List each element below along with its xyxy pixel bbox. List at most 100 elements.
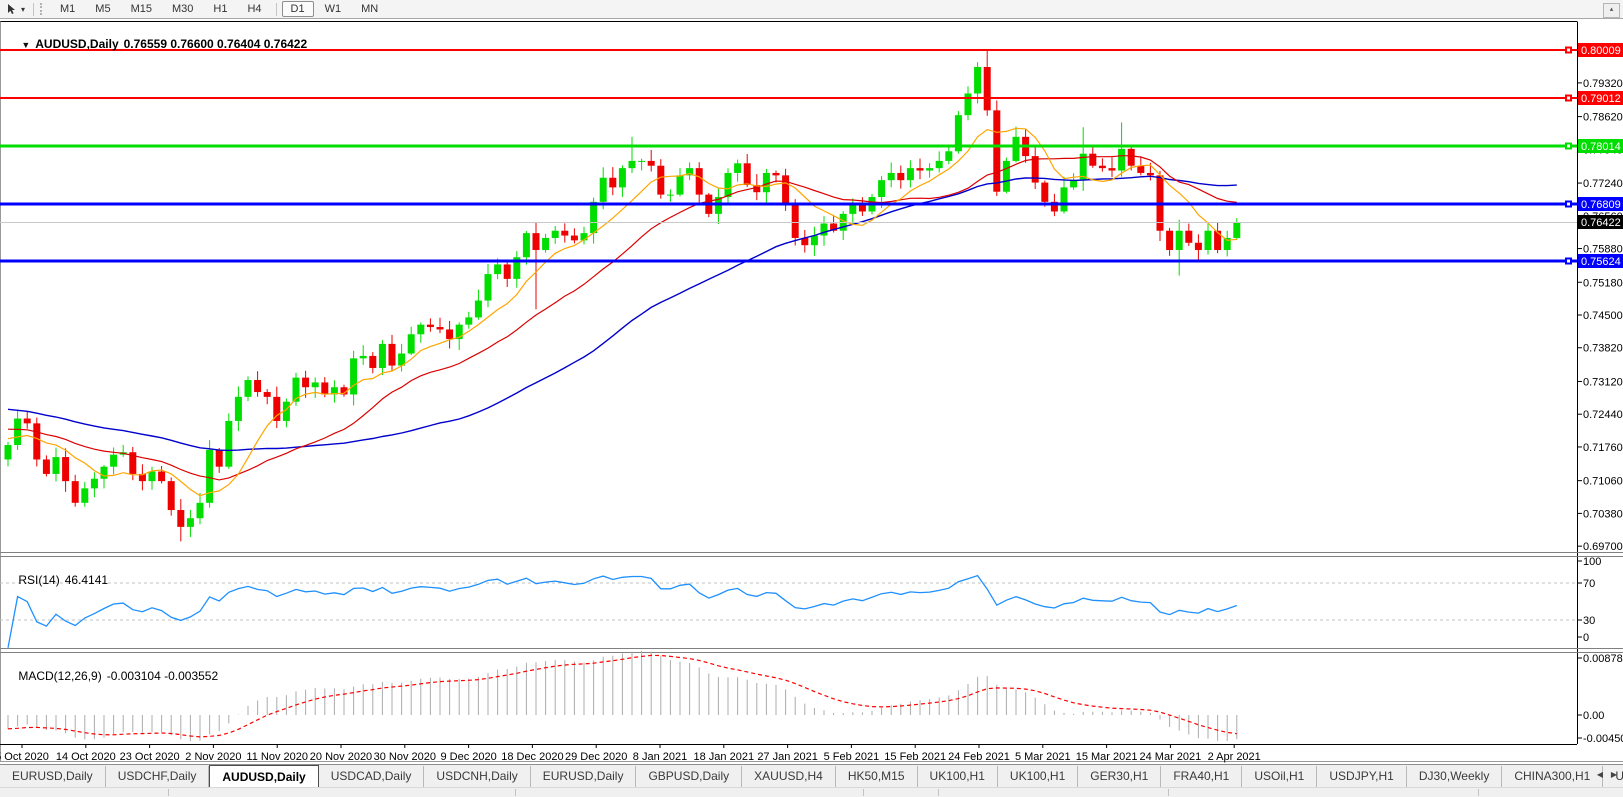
status-divider <box>1168 789 1169 796</box>
timeframe-buttons: M1 M5 M15 M30 H1 H4 D1 W1 MN <box>50 1 388 17</box>
svg-text:0.71060: 0.71060 <box>1583 476 1623 488</box>
chart-title: ▼ AUDUSD,Daily 0.76559 0.76600 0.76404 0.7… <box>8 23 307 65</box>
svg-text:0.00: 0.00 <box>1583 710 1604 722</box>
svg-text:5 Oct 2020: 5 Oct 2020 <box>0 751 49 763</box>
tab-usdjpy-h1[interactable]: USDJPY,H1 <box>1317 766 1407 787</box>
price-levels-layer[interactable]: 0.80009 0.79012 0.78014 0.76809 0.75624 <box>0 43 1623 268</box>
svg-text:0.80009: 0.80009 <box>1581 45 1621 57</box>
svg-text:0.74500: 0.74500 <box>1583 310 1623 322</box>
svg-text:-0.004503: -0.004503 <box>1583 733 1623 745</box>
svg-text:14 Oct 2020: 14 Oct 2020 <box>56 751 116 763</box>
rsi-indicator-label: RSI(14) 46.4141 <box>5 559 108 601</box>
svg-text:5 Mar 2021: 5 Mar 2021 <box>1015 751 1071 763</box>
toolbar-grip[interactable] <box>40 3 45 15</box>
svg-text:8 Jan 2021: 8 Jan 2021 <box>633 751 687 763</box>
tab-scroll-buttons: ◀ ▶ <box>1593 768 1621 782</box>
timeframe-button-h1[interactable]: H1 <box>204 1 236 17</box>
svg-text:0.70380: 0.70380 <box>1583 508 1623 520</box>
svg-text:0.72440: 0.72440 <box>1583 409 1623 421</box>
svg-text:15 Mar 2021: 15 Mar 2021 <box>1076 751 1138 763</box>
svg-text:5 Feb 2021: 5 Feb 2021 <box>824 751 880 763</box>
svg-text:0.79320: 0.79320 <box>1583 78 1623 90</box>
svg-text:0.76809: 0.76809 <box>1581 199 1621 211</box>
svg-text:0.75180: 0.75180 <box>1583 277 1623 289</box>
timeframe-button-mn[interactable]: MN <box>352 1 387 17</box>
svg-text:0.76422: 0.76422 <box>1581 217 1621 229</box>
chevron-down-icon: ▾ <box>21 4 26 14</box>
svg-text:0: 0 <box>1583 632 1589 644</box>
svg-text:20 Nov 2020: 20 Nov 2020 <box>310 751 372 763</box>
tab-usdcnh-daily[interactable]: USDCNH,Daily <box>424 766 531 787</box>
svg-text:30: 30 <box>1583 615 1595 627</box>
tab-xauusd-h4[interactable]: XAUUSD,H4 <box>742 766 836 787</box>
tab-usoil-h1[interactable]: USOil,H1 <box>1242 766 1318 787</box>
macd-values: -0.003104 -0.003552 <box>106 669 219 683</box>
status-divider <box>938 789 939 796</box>
status-divider <box>863 789 864 796</box>
tab-usdcad-daily[interactable]: USDCAD,Daily <box>319 766 425 787</box>
timeframe-button-m1[interactable]: M1 <box>51 1 84 17</box>
svg-text:2 Nov 2020: 2 Nov 2020 <box>185 751 241 763</box>
tab-eurusd-daily[interactable]: EURUSD,Daily <box>0 766 106 787</box>
timeframe-button-m15[interactable]: M15 <box>122 1 161 17</box>
toolbar-overflow-button[interactable]: ▴ <box>1603 3 1620 18</box>
toolbar-separator <box>275 2 277 16</box>
svg-text:15 Feb 2021: 15 Feb 2021 <box>884 751 946 763</box>
chart-symbol-label: AUDUSD,Daily <box>35 37 119 51</box>
tab-hk50-m15[interactable]: HK50,M15 <box>836 766 918 787</box>
tab-fra40-h1[interactable]: FRA40,H1 <box>1161 766 1243 787</box>
chart-tabs: EURUSD,Daily USDCHF,Daily AUDUSD,Daily USDC… <box>0 765 1623 787</box>
collapse-arrow-icon[interactable]: ▼ <box>21 40 30 50</box>
toolbar-separator <box>33 2 35 16</box>
svg-text:9 Dec 2020: 9 Dec 2020 <box>440 751 496 763</box>
mt4-terminal: { "toolbar": { "timeframe_groups": [["M1… <box>0 0 1623 797</box>
timeframe-button-m5[interactable]: M5 <box>86 1 119 17</box>
svg-text:100: 100 <box>1583 556 1601 568</box>
svg-text:0.78014: 0.78014 <box>1581 141 1621 153</box>
chart-window: 0.793200.786200.779400.772400.765600.758… <box>0 20 1623 763</box>
status-divider <box>168 789 169 796</box>
svg-text:24 Feb 2021: 24 Feb 2021 <box>948 751 1010 763</box>
timeframe-button-h4[interactable]: H4 <box>238 1 270 17</box>
tab-ger30-h1[interactable]: GER30,H1 <box>1078 766 1162 787</box>
tab-eurusd-daily[interactable]: EURUSD,Daily <box>531 766 637 787</box>
chart-frame <box>0 21 1623 762</box>
chart-ohlc-values: 0.76559 0.76600 0.76404 0.76422 <box>123 37 308 51</box>
svg-text:0.008785: 0.008785 <box>1583 653 1623 665</box>
candlesticks-layer <box>4 49 1241 542</box>
tab-scroll-left-icon[interactable]: ◀ <box>1593 768 1607 782</box>
svg-text:30 Nov 2020: 30 Nov 2020 <box>374 751 436 763</box>
tab-audusd-daily[interactable]: AUDUSD,Daily <box>209 765 319 787</box>
svg-text:70: 70 <box>1583 578 1595 590</box>
svg-text:0.78620: 0.78620 <box>1583 112 1623 124</box>
timeframe-button-w1[interactable]: W1 <box>316 1 351 17</box>
svg-text:0.73820: 0.73820 <box>1583 343 1623 355</box>
svg-text:0.71760: 0.71760 <box>1583 442 1623 454</box>
tab-usdchf-daily[interactable]: USDCHF,Daily <box>106 766 210 787</box>
svg-text:0.75624: 0.75624 <box>1581 256 1621 268</box>
price-axis[interactable]: 0.793200.786200.779400.772400.765600.758… <box>1577 78 1623 745</box>
chart-canvas[interactable]: 0.793200.786200.779400.772400.765600.758… <box>0 20 1623 763</box>
tab-uk100-h1[interactable]: UK100,H1 <box>998 766 1079 787</box>
time-axis[interactable]: 5 Oct 2020 14 Oct 2020 23 Oct 2020 2 Nov 20… <box>0 744 1261 763</box>
svg-text:23 Oct 2020: 23 Oct 2020 <box>120 751 180 763</box>
svg-text:27 Jan 2021: 27 Jan 2021 <box>757 751 818 763</box>
cursor-tool-button[interactable]: ▾ <box>2 2 29 16</box>
macd-name: MACD(12,26,9) <box>18 669 102 683</box>
svg-text:24 Mar 2021: 24 Mar 2021 <box>1140 751 1202 763</box>
rsi-name: RSI(14) <box>18 573 60 587</box>
timeframe-button-d1[interactable]: D1 <box>281 1 314 17</box>
svg-text:0.79012: 0.79012 <box>1581 93 1621 105</box>
tab-scroll-right-icon[interactable]: ▶ <box>1607 768 1621 782</box>
svg-text:18 Dec 2020: 18 Dec 2020 <box>501 751 563 763</box>
svg-text:0.77240: 0.77240 <box>1583 178 1623 190</box>
timeframe-button-m30[interactable]: M30 <box>163 1 202 17</box>
current-price-line: 0.76422 <box>0 215 1623 229</box>
status-divider <box>1478 789 1479 796</box>
rsi-value: 46.4141 <box>64 573 109 587</box>
tab-dj30-weekly[interactable]: DJ30,Weekly <box>1407 766 1503 787</box>
tab-china300-h1[interactable]: CHINA300,H1 <box>1502 766 1604 787</box>
tab-uk100-h1[interactable]: UK100,H1 <box>918 766 998 787</box>
status-divider <box>515 789 516 796</box>
tab-gbpusd-daily[interactable]: GBPUSD,Daily <box>636 766 743 787</box>
